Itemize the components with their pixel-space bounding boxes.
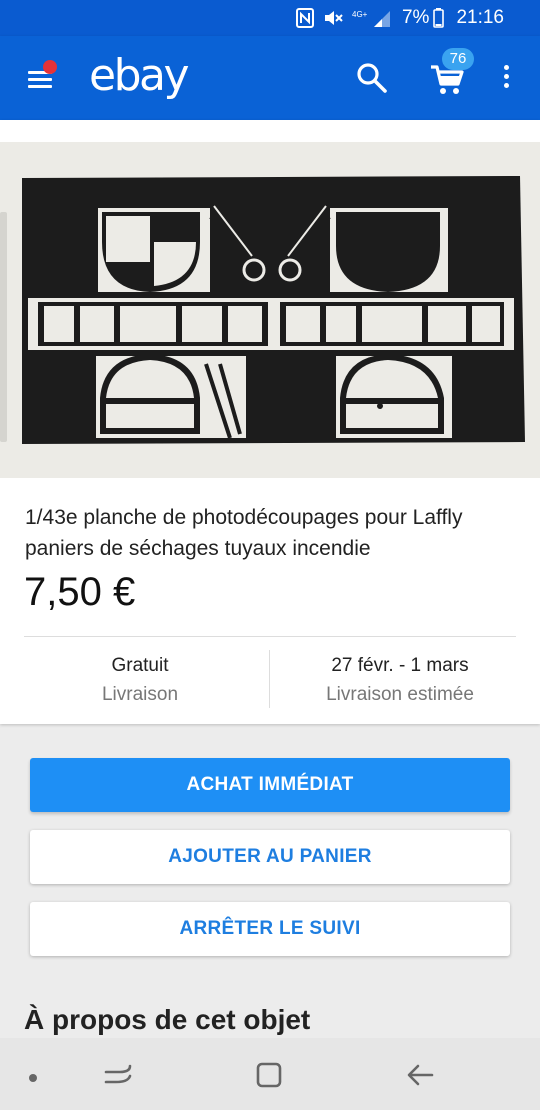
cart-count-badge: 76 xyxy=(442,48,474,70)
more-vert-icon xyxy=(496,65,516,88)
back-icon[interactable] xyxy=(406,1062,434,1093)
menu-button[interactable] xyxy=(24,60,58,92)
mute-icon xyxy=(324,11,343,25)
delivery-info: 27 févr. - 1 mars Livraison estimée xyxy=(280,652,520,710)
photo-etch-sheet-picture xyxy=(0,142,540,478)
more-options-button[interactable] xyxy=(496,62,516,98)
unwatch-button[interactable]: ARRÊTER LE SUIVI xyxy=(30,902,510,956)
listing-title: 1/43e planche de photodécoupages pour La… xyxy=(25,506,463,560)
product-image[interactable] xyxy=(0,142,540,478)
status-bar: 4G+ 7% 21:16 xyxy=(0,0,540,36)
recent-apps-icon[interactable] xyxy=(104,1062,132,1093)
svg-text:4G+: 4G+ xyxy=(352,10,368,19)
shipping-info: Gratuit Livraison xyxy=(20,652,260,710)
home-icon[interactable] xyxy=(256,1062,282,1093)
app-bar: ebay 76 xyxy=(0,36,540,120)
buy-now-button[interactable]: ACHAT IMMÉDIAT xyxy=(30,758,510,812)
system-nav-bar xyxy=(0,1038,540,1110)
nfc-icon xyxy=(295,8,314,28)
clock: 21:16 xyxy=(456,7,504,28)
battery-percent: 7% xyxy=(401,7,430,28)
search-button[interactable] xyxy=(354,60,390,96)
listing-price: 7,50 € xyxy=(24,570,136,614)
signal-icon: 4G+ xyxy=(352,10,390,27)
battery-icon xyxy=(433,8,445,28)
listing-card: 1/43e planche de photodécoupages pour La… xyxy=(0,120,540,724)
nav-dot-icon[interactable] xyxy=(28,1070,38,1088)
search-icon xyxy=(357,63,387,93)
add-to-cart-button[interactable]: AJOUTER AU PANIER xyxy=(30,830,510,884)
vertical-divider xyxy=(269,650,270,708)
shipping-label: Livraison xyxy=(101,684,179,705)
divider xyxy=(24,636,516,637)
delivery-label: Livraison estimée xyxy=(326,684,474,705)
delivery-value: 27 févr. - 1 mars xyxy=(331,655,469,676)
ebay-logo[interactable]: ebay xyxy=(89,48,190,104)
notification-dot xyxy=(43,60,57,74)
status-icons: 4G+ xyxy=(295,8,392,28)
about-section-title: À propos de cet objet xyxy=(24,1004,311,1035)
shipping-value: Gratuit xyxy=(111,655,169,676)
